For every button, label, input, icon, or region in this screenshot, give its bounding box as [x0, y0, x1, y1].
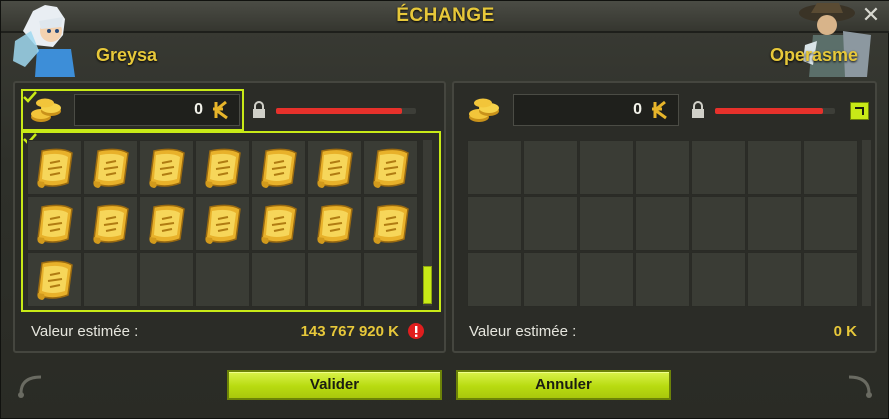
- kama-currency-icon: [213, 100, 228, 120]
- inventory-slot[interactable]: [27, 196, 82, 251]
- inventory-slot[interactable]: [523, 196, 578, 251]
- inventory-slot[interactable]: [747, 140, 802, 195]
- inventory-slot[interactable]: [363, 252, 418, 307]
- scroll-icon: [317, 148, 353, 188]
- lock-icon: [253, 101, 265, 118]
- exchange-window: ÉCHANGE ✕ Greysa Operasme 0 Valeur estim…: [0, 0, 889, 419]
- corner-arrow-icon: [855, 107, 864, 115]
- estimated-value-amount-right: 0 K: [833, 323, 857, 340]
- inventory-slot[interactable]: [803, 140, 858, 195]
- inventory-slot[interactable]: [635, 252, 690, 307]
- inventory-slot[interactable]: [195, 252, 250, 307]
- inventory-slot[interactable]: [467, 196, 522, 251]
- inventory-slot[interactable]: [139, 140, 194, 195]
- kamas-coins-icon: [469, 98, 499, 122]
- estimated-value-amount-left: 143 767 920 K: [300, 323, 399, 340]
- inventory-slot[interactable]: [747, 252, 802, 307]
- inventory-slot[interactable]: [83, 140, 138, 195]
- scroll-icon: [37, 204, 73, 244]
- inventory-slot[interactable]: [579, 196, 634, 251]
- inventory-slot[interactable]: [83, 252, 138, 307]
- item-grid-left: [27, 140, 418, 307]
- kamas-value-right: 0: [633, 101, 642, 118]
- scroll-icon: [93, 148, 129, 188]
- scroll-icon: [317, 204, 353, 244]
- player-name-left: Greysa: [96, 45, 158, 65]
- inventory-slot[interactable]: [251, 196, 306, 251]
- inventory-slot[interactable]: [251, 140, 306, 195]
- scroll-icon: [149, 148, 185, 188]
- kamas-input-left[interactable]: 0: [74, 94, 240, 126]
- inventory-slot[interactable]: [363, 140, 418, 195]
- inventory-slot[interactable]: [363, 196, 418, 251]
- lock-progress-fill-right: [715, 108, 823, 114]
- inventory-slot[interactable]: [83, 196, 138, 251]
- inventory-slot[interactable]: [747, 196, 802, 251]
- scroll-icon: [37, 148, 73, 188]
- inventory-slot[interactable]: [467, 252, 522, 307]
- scroll-icon: [261, 204, 297, 244]
- inventory-slot[interactable]: [195, 140, 250, 195]
- estimated-value-label-left: Valeur estimée :: [31, 323, 139, 340]
- lock-progress-bar-left: [276, 108, 416, 114]
- inventory-slot[interactable]: [579, 252, 634, 307]
- item-grid-right: [467, 140, 858, 307]
- inventory-slot[interactable]: [691, 196, 746, 251]
- player-name-right: Operasme: [769, 45, 858, 65]
- inventory-slot[interactable]: [523, 252, 578, 307]
- corner-ornament-right: [848, 375, 872, 398]
- scroll-icon: [149, 204, 185, 244]
- inventory-slot[interactable]: [27, 252, 82, 307]
- scrollbar-right: [862, 140, 871, 306]
- inventory-slot[interactable]: [307, 196, 362, 251]
- validate-button[interactable]: Valider: [227, 370, 442, 400]
- corner-ornament-left: [18, 375, 42, 398]
- kama-currency-icon: [652, 100, 667, 120]
- lock-progress-bar-right: [715, 108, 835, 114]
- estimated-value-label-right: Valeur estimée :: [469, 323, 577, 340]
- scroll-icon: [373, 204, 409, 244]
- inventory-slot[interactable]: [803, 252, 858, 307]
- lock-icon: [692, 101, 704, 118]
- scroll-icon: [205, 204, 241, 244]
- inventory-slot[interactable]: [579, 140, 634, 195]
- inventory-slot[interactable]: [139, 252, 194, 307]
- inventory-slot[interactable]: [195, 196, 250, 251]
- inventory-slot[interactable]: [139, 196, 194, 251]
- inventory-slot[interactable]: [307, 252, 362, 307]
- scroll-icon: [261, 148, 297, 188]
- inventory-slot[interactable]: [27, 140, 82, 195]
- player-avatar-left: [13, 5, 75, 77]
- kamas-coins-icon: [31, 98, 61, 122]
- window-title: ÉCHANGE: [396, 5, 495, 26]
- inventory-slot[interactable]: [691, 252, 746, 307]
- inventory-slot[interactable]: [251, 252, 306, 307]
- scroll-icon: [205, 148, 241, 188]
- inventory-slot[interactable]: [467, 140, 522, 195]
- kamas-value-left: 0: [194, 101, 203, 118]
- scrollbar-left[interactable]: [423, 140, 432, 306]
- scroll-icon: [93, 204, 129, 244]
- warning-icon[interactable]: [407, 322, 425, 340]
- inventory-slot[interactable]: [523, 140, 578, 195]
- inventory-slot[interactable]: [635, 196, 690, 251]
- lock-progress-fill-left: [276, 108, 402, 114]
- inventory-slot[interactable]: [803, 196, 858, 251]
- collapse-toggle-button[interactable]: [850, 102, 869, 120]
- scroll-icon: [37, 260, 73, 300]
- title-bar: ÉCHANGE ✕: [1, 1, 889, 33]
- scroll-icon: [373, 148, 409, 188]
- inventory-slot[interactable]: [691, 140, 746, 195]
- kamas-input-right: 0: [513, 94, 679, 126]
- inventory-slot[interactable]: [307, 140, 362, 195]
- scrollbar-thumb-left[interactable]: [423, 266, 432, 304]
- inventory-slot[interactable]: [635, 140, 690, 195]
- cancel-button[interactable]: Annuler: [456, 370, 671, 400]
